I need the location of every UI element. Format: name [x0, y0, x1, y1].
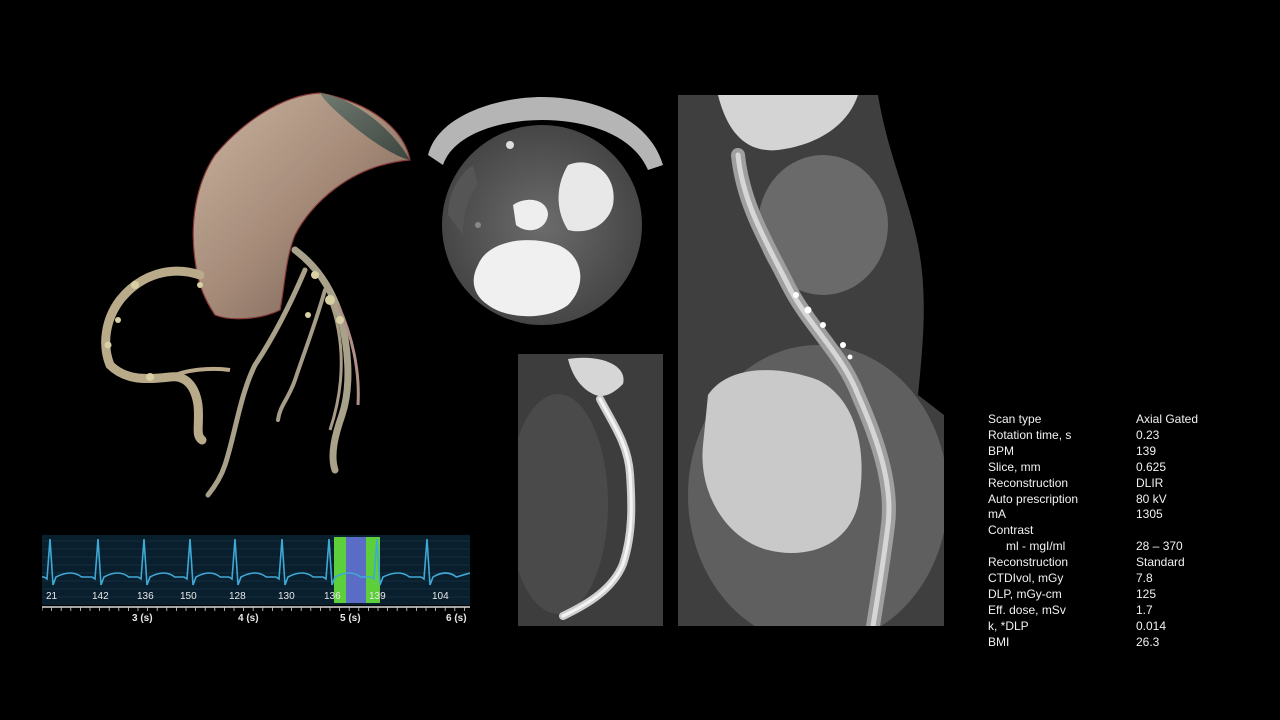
ecg-bpm-label: 130 [278, 591, 295, 602]
param-label: mA [988, 507, 1006, 522]
param-label: Reconstruction [988, 555, 1069, 570]
param-row: BPM 139 [988, 444, 1238, 460]
ecg-bpm-label: 21 [46, 591, 58, 602]
param-row: CTDIvol, mGy 7.8 [988, 571, 1238, 587]
param-value: 1305 [1136, 507, 1163, 522]
param-value: 0.014 [1136, 618, 1167, 633]
param-value: DLIR [1136, 475, 1164, 490]
param-value: 28 – 370 [1136, 539, 1183, 554]
param-value: Standard [1136, 555, 1185, 570]
param-value: 139 [1136, 443, 1157, 458]
param-row: Reconstruction DLIR [988, 476, 1238, 492]
param-row: Reconstruction Standard [988, 555, 1238, 571]
param-value: 7.8 [1136, 571, 1153, 586]
scan-parameters-table: Scan type Axial Gated Rotation time, s 0.23… [988, 412, 1238, 651]
curved-mpr-vessel-large [678, 95, 944, 626]
param-value: 125 [1136, 586, 1157, 601]
param-label: Contrast [988, 523, 1034, 538]
param-value: 80 kV [1136, 491, 1167, 506]
param-label: BMI [988, 634, 1010, 649]
param-value: 0.625 [1136, 459, 1167, 474]
param-label: ml - mgI/ml [1006, 539, 1066, 554]
ecg-bpm-label: 128 [229, 591, 246, 602]
param-label: k, *DLP [988, 618, 1029, 633]
param-row: DLP, mGy-cm 125 [988, 587, 1238, 603]
ecg-strip: 21 142 136 150 128 130 136 139 104 3 (s) 4 (s) 5 (… [42, 535, 470, 625]
param-row: Contrast [988, 523, 1238, 539]
param-row: mA 1305 [988, 507, 1238, 523]
ecg-bpm-label: 136 [324, 591, 341, 602]
time-axis-label: 3 (s) [132, 613, 153, 624]
param-row: Eff. dose, mSv 1.7 [988, 603, 1238, 619]
time-axis-label: 5 (s) [340, 613, 361, 624]
param-label: DLP, mGy-cm [988, 586, 1062, 601]
param-label: Eff. dose, mSv [988, 602, 1066, 617]
ecg-bpm-label: 104 [432, 591, 449, 602]
param-label: BPM [988, 443, 1015, 458]
param-row: Slice, mm 0.625 [988, 460, 1238, 476]
param-row: ml - mgI/ml 28 – 370 [988, 539, 1238, 555]
param-row: Auto prescription 80 kV [988, 492, 1238, 508]
param-label: CTDIvol, mGy [988, 571, 1064, 586]
curved-mpr-vessel-small [518, 354, 663, 626]
ecg-bpm-label: 142 [92, 591, 109, 602]
ecg-bpm-label: 139 [369, 591, 386, 602]
param-row: BMI 26.3 [988, 635, 1238, 651]
axial-ct-slice [418, 95, 666, 340]
param-row: Rotation time, s 0.23 [988, 428, 1238, 444]
param-label: Rotation time, s [988, 427, 1072, 442]
param-label: Slice, mm [988, 459, 1041, 474]
param-label: Scan type [988, 412, 1042, 426]
param-row: k, *DLP 0.014 [988, 619, 1238, 635]
param-value: 26.3 [1136, 634, 1160, 649]
coronary-3d-rendering [90, 85, 420, 500]
param-label: Reconstruction [988, 475, 1069, 490]
gating-highlight [346, 537, 366, 603]
time-axis-label: 4 (s) [238, 613, 259, 624]
param-row: Scan type Axial Gated [988, 412, 1238, 428]
ecg-bpm-label: 136 [137, 591, 154, 602]
ecg-bpm-label: 150 [180, 591, 197, 602]
param-value: 1.7 [1136, 602, 1153, 617]
param-value: Axial Gated [1136, 412, 1199, 426]
param-label: Auto prescription [988, 491, 1079, 506]
param-value: 0.23 [1136, 427, 1160, 442]
time-axis-label: 6 (s) [446, 613, 467, 624]
